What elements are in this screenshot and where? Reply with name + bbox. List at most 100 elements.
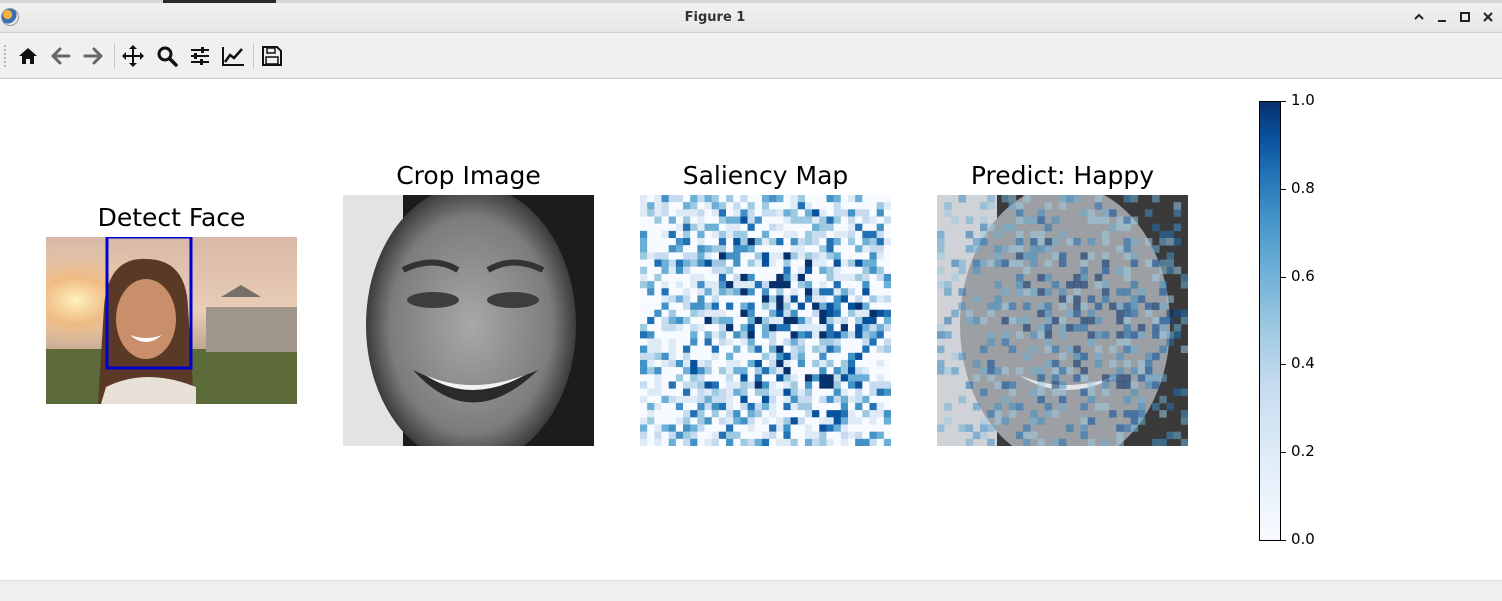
customize-button[interactable] (218, 41, 248, 71)
saliency-cell (740, 338, 748, 346)
saliency-cell (812, 410, 820, 418)
back-button[interactable] (46, 41, 76, 71)
saliency-cell (819, 202, 827, 210)
forward-button[interactable] (78, 41, 108, 71)
overlay-cell (965, 245, 974, 253)
close-icon[interactable] (1480, 9, 1496, 25)
saliency-cell (704, 295, 713, 303)
overlay-cell (1180, 316, 1188, 325)
saliency-cell (790, 302, 799, 311)
saliency-cell (754, 324, 763, 332)
saliency-cell (862, 273, 870, 282)
saliency-cell (804, 338, 813, 346)
overlay-cell (1015, 259, 1024, 268)
overlay-cell (1166, 259, 1174, 268)
saliency-cell (697, 374, 705, 382)
saliency-cell (668, 331, 677, 339)
saliency-cell (869, 209, 877, 217)
saliency-cell (754, 402, 763, 411)
overlay-cell (1137, 402, 1146, 411)
saliency-cell (747, 431, 756, 440)
maximize-icon[interactable] (1457, 9, 1473, 25)
overlay-cell (1015, 230, 1024, 239)
saliency-cell (840, 273, 849, 282)
saliency-cell (804, 252, 813, 260)
overlay-cell (1116, 381, 1124, 389)
saliency-cell (740, 331, 748, 339)
overlay-cell (1073, 281, 1081, 289)
pan-button[interactable] (118, 41, 148, 71)
saliency-cell (783, 438, 791, 446)
overlay-cell (1101, 238, 1110, 246)
saliency-cell (661, 259, 669, 268)
saliency-cell (847, 417, 856, 425)
home-button[interactable] (13, 41, 43, 71)
overlay-cell (1180, 417, 1188, 425)
saliency-cell (754, 359, 763, 368)
overlay-cell (972, 316, 981, 325)
zoom-button[interactable] (152, 41, 182, 71)
saliency-cell (855, 238, 863, 246)
saliency-cell (718, 410, 727, 418)
saliency-cell (704, 367, 713, 375)
saliency-cell (797, 324, 806, 332)
saliency-cell (862, 316, 870, 325)
overlay-cell (1073, 295, 1081, 303)
overlay-cell (1058, 252, 1067, 260)
saliency-cell (833, 338, 842, 346)
saliency-cell (761, 324, 770, 332)
saliency-cell (826, 417, 834, 425)
saliency-cell (840, 259, 849, 268)
saliency-cell (683, 216, 691, 224)
saliency-cell (661, 367, 669, 375)
saliency-cell (726, 266, 734, 275)
saliency-cell (718, 295, 727, 303)
overlay-cell (1166, 309, 1174, 318)
saliency-cell (654, 245, 662, 253)
saliency-cell (661, 209, 669, 217)
saliency-cell (683, 424, 691, 432)
saliency-cell (855, 266, 863, 275)
minimize-icon[interactable] (1434, 9, 1450, 25)
overlay-cell (1030, 410, 1038, 418)
saliency-cell (840, 402, 849, 411)
saliency-cell (726, 281, 734, 289)
saliency-cell (654, 273, 662, 282)
chevron-up-icon[interactable] (1411, 9, 1427, 25)
overlay-cell (1123, 374, 1131, 382)
saliency-cell (711, 388, 720, 397)
figure-canvas[interactable]: Detect Face Crop Image Saliency Map Pred… (0, 79, 1502, 580)
overlay-cell (1101, 216, 1110, 224)
overlay-cell (1044, 245, 1053, 253)
saliency-cell (668, 288, 677, 296)
saliency-cell (840, 331, 849, 339)
saliency-cell (797, 266, 806, 275)
overlay-cell (1144, 367, 1153, 375)
overlay-cell (1087, 331, 1096, 339)
saliency-cell (726, 202, 734, 210)
overlay-cell (937, 324, 945, 332)
saliency-cell (697, 359, 705, 368)
saliency-cell (862, 230, 870, 239)
saliency-cell (769, 331, 777, 339)
saliency-cell (668, 374, 677, 382)
saliency-cell (826, 410, 834, 418)
saliency-cell (704, 438, 713, 446)
saliency-cell (726, 438, 734, 446)
toolbar-grip[interactable] (4, 45, 9, 67)
saliency-cell (876, 316, 885, 325)
subplots-button[interactable] (185, 41, 215, 71)
saliency-cell (790, 345, 799, 354)
saliency-cell (747, 352, 756, 361)
save-button[interactable] (257, 41, 287, 71)
saliency-cell (840, 316, 849, 325)
overlay-cell (1051, 367, 1060, 375)
overlay-cell (1130, 424, 1139, 432)
saliency-cell (704, 345, 713, 354)
overlay-cell (1173, 266, 1182, 275)
overlay-cell (972, 359, 981, 368)
overlay-cell (1080, 273, 1088, 282)
saliency-cell (819, 273, 827, 282)
saliency-cell (675, 202, 684, 210)
saliency-cell (711, 410, 720, 418)
